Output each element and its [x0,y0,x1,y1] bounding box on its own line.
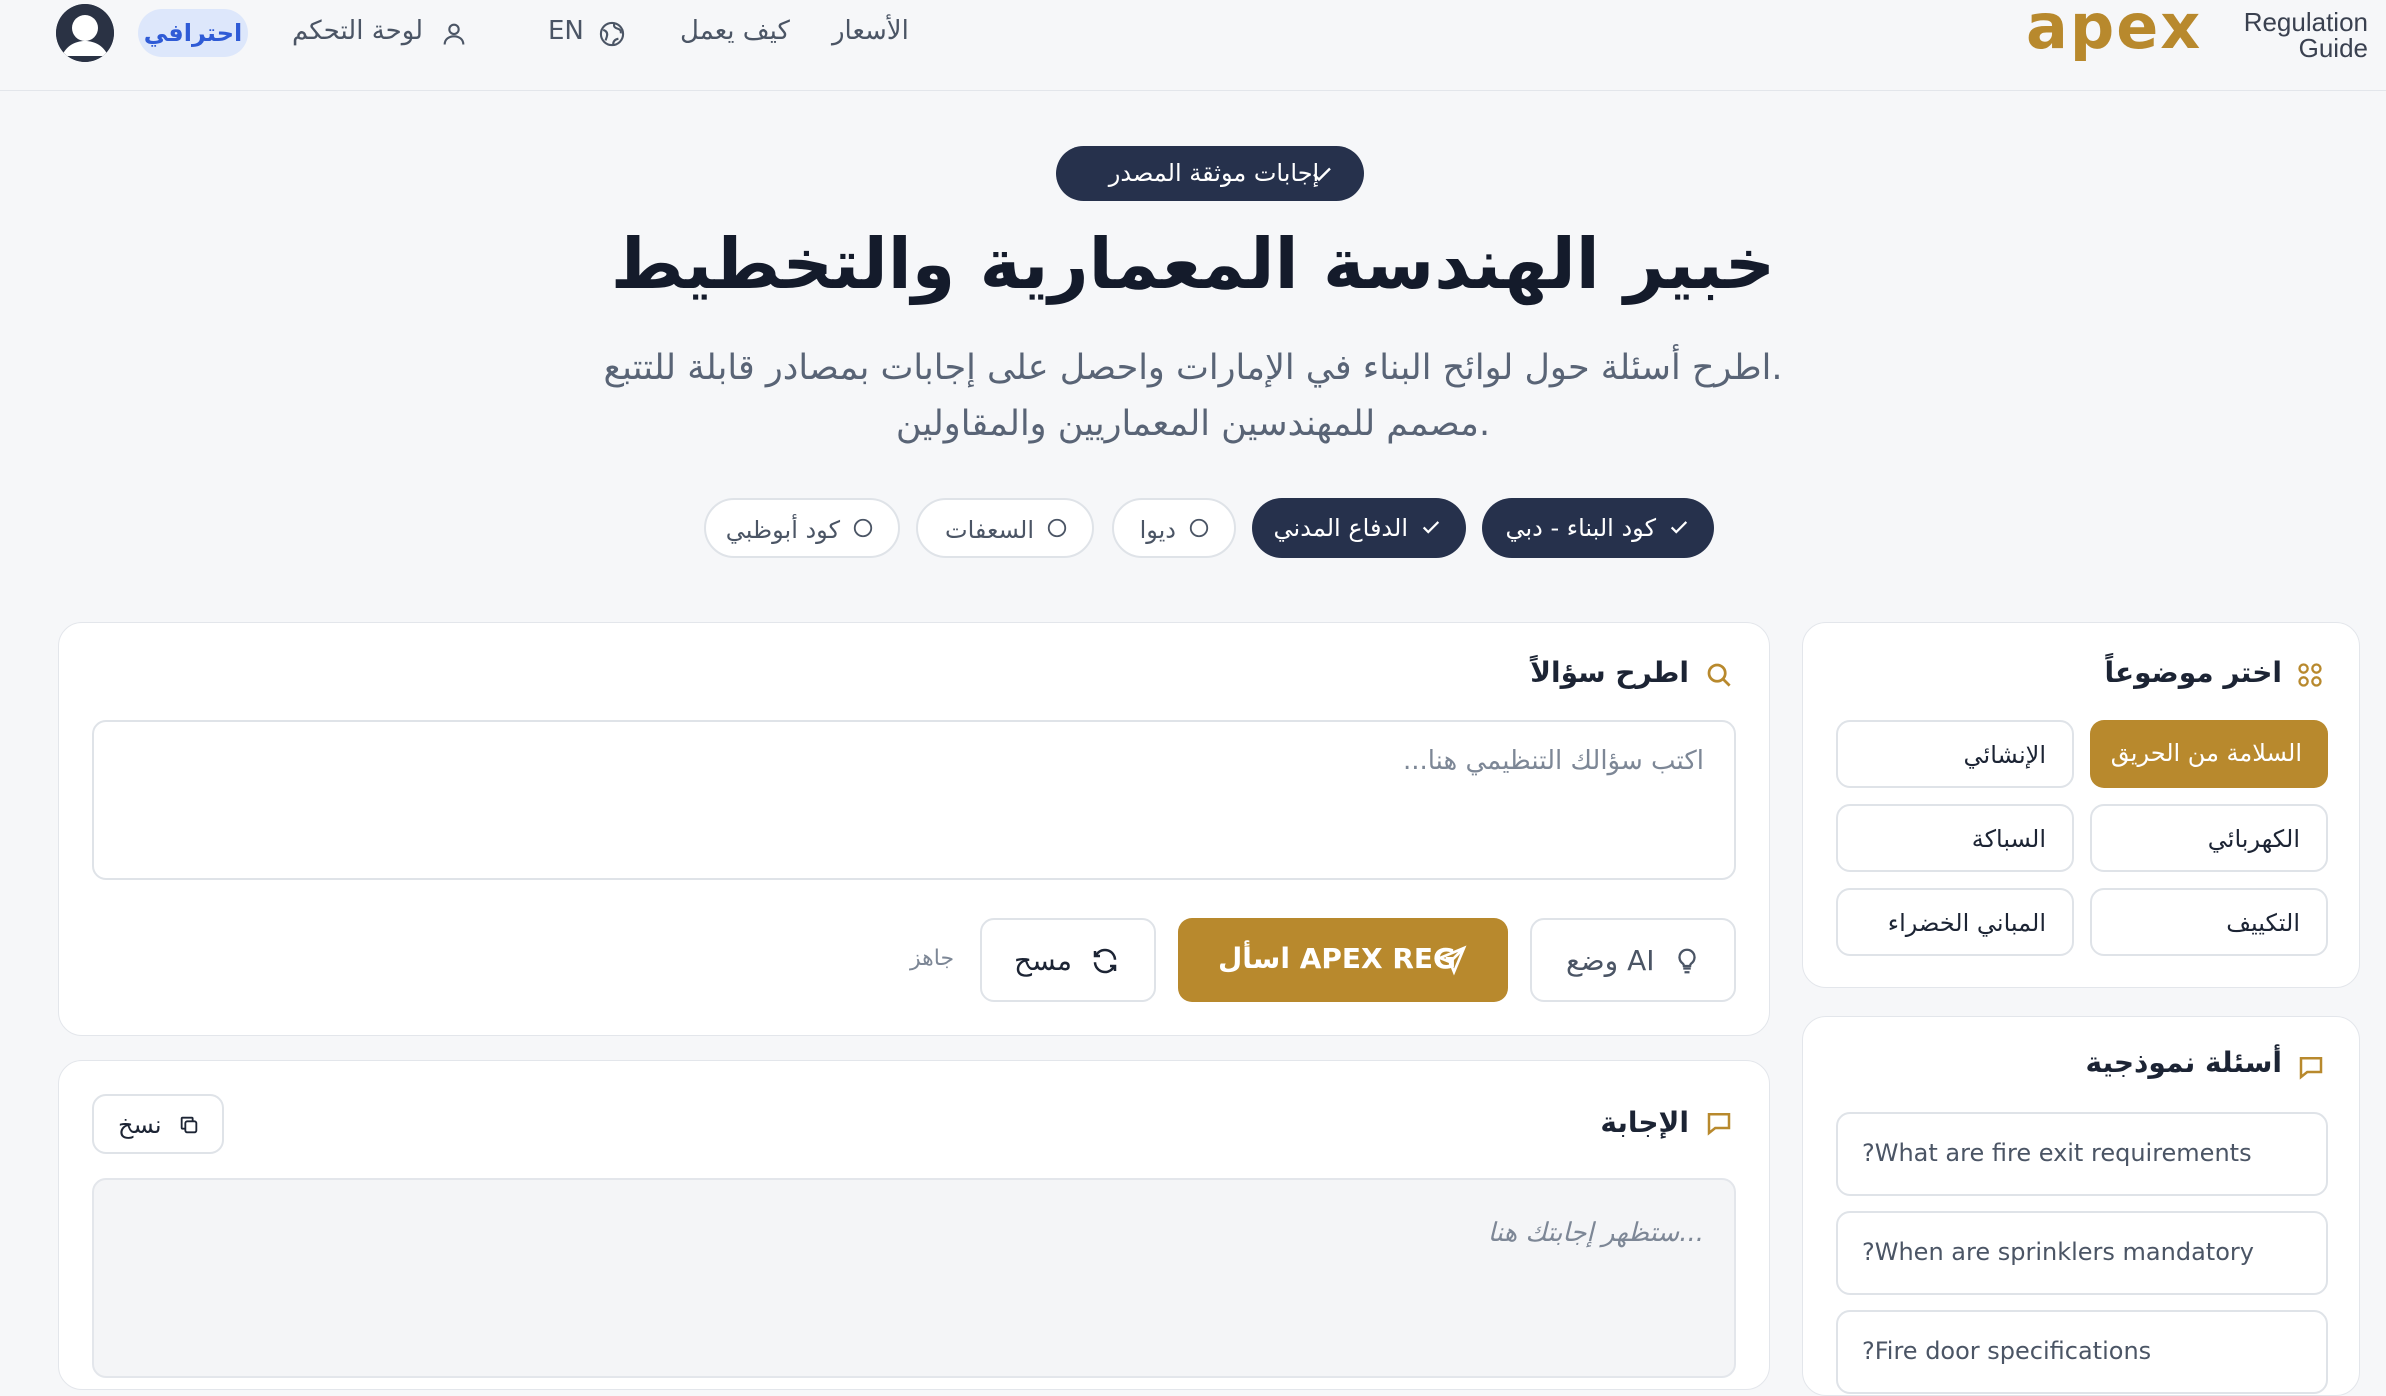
verified-badge-label: إجابات موثقة المصدر [1108,159,1320,187]
search-icon [1704,660,1734,690]
clear-button-label: مسح [1014,944,1073,977]
nav-how-it-works-link[interactable]: كيف يعمل [680,16,790,46]
logo-subtitle-line-2: Guide [2298,33,2368,63]
send-icon [1436,944,1468,976]
sample-questions-heading: أسئلة نموذجية [2085,1046,2282,1079]
logo-wordmark: apex [2026,0,2203,63]
source-chip-label: كود البناء - دبي [1505,514,1657,542]
verified-sources-badge: إجابات موثقة المصدر [1056,146,1364,201]
source-chip-dubai-building-code[interactable]: كود البناء - دبي [1482,498,1714,558]
copy-button[interactable]: نسخ [92,1094,224,1154]
copy-icon [178,1114,200,1136]
topic-plumbing[interactable]: السباكة [1836,804,2074,872]
circle-icon [852,517,874,539]
source-chip-alsaafat[interactable]: السعفات [916,498,1094,558]
circle-icon [1188,517,1210,539]
topic-label: المباني الخضراء [1887,909,2046,937]
copy-button-label: نسخ [118,1111,162,1139]
clear-button[interactable]: مسح [980,918,1156,1002]
topic-label: الإنشائي [1963,741,2046,769]
source-chip-label: كود أبوظبي [725,516,840,544]
source-chip-label: الدفاع المدني [1273,514,1408,542]
topic-label: التكييف [2226,909,2300,937]
logo-subtitle: Regulation Guide [2208,9,2368,61]
source-chip-label: ديوا [1139,516,1176,544]
circle-icon [1046,517,1068,539]
chat-icon [2296,1052,2326,1082]
answer-heading: الإجابة [1600,1106,1689,1139]
language-label: EN [548,16,584,46]
user-avatar-icon[interactable] [56,4,114,62]
grid-icon [2296,661,2324,689]
topic-label: الكهربائي [2207,825,2300,853]
user-icon [440,20,468,48]
sample-question-item[interactable]: ?When are sprinklers mandatory [1836,1211,2328,1295]
logo-subtitle-line-1: Regulation [2243,7,2368,37]
topic-green-buildings[interactable]: المباني الخضراء [1836,888,2074,956]
ask-button-label: اسأل APEX REG [1218,942,1457,975]
language-switch[interactable]: EN [548,16,628,52]
check-icon [1420,516,1442,538]
sample-question-text: ?When are sprinklers mandatory [1862,1238,2254,1266]
source-chip-civil-defence[interactable]: الدفاع المدني [1252,498,1466,558]
answer-placeholder: ستظهر إجابتك هنا... [1487,1218,1704,1248]
ai-mode-button[interactable]: وضع AI [1530,918,1736,1002]
topic-fire-safety[interactable]: السلامة من الحريق [2090,720,2328,788]
dashboard-label: لوحة التحكم [292,16,424,46]
check-icon [1310,162,1334,186]
ai-mode-label: وضع AI [1566,944,1655,977]
topic-label: السباكة [1971,825,2046,853]
sample-question-item[interactable]: ?Fire door specifications [1836,1310,2328,1394]
chat-icon [1704,1108,1734,1138]
page-subtitle: اطرح أسئلة حول لوائح البناء في الإمارات … [560,340,1826,452]
refresh-icon [1090,946,1120,976]
source-chip-abu-dhabi-code[interactable]: كود أبوظبي [704,498,900,558]
check-icon [1668,516,1690,538]
ask-apex-reg-button[interactable]: اسأل APEX REG [1178,918,1508,1002]
subtitle-line-1: اطرح أسئلة حول لوائح البناء في الإمارات … [603,348,1783,388]
page-title: خبير الهندسة المعمارية والتخطيط [610,223,1776,305]
topic-structural[interactable]: الإنشائي [1836,720,2074,788]
topic-electrical[interactable]: الكهربائي [2090,804,2328,872]
topic-label: السلامة من الحريق [2110,739,2302,767]
topic-hvac[interactable]: التكييف [2090,888,2328,956]
plan-badge: احترافي [138,9,248,57]
source-chip-dewa[interactable]: ديوا [1112,498,1236,558]
subtitle-line-2: مصمم للمهندسين المعماريين والمقاولين. [895,404,1491,444]
source-chip-label: السعفات [944,516,1034,544]
topics-heading: اختر موضوعاً [2104,656,2282,689]
sample-question-text: ?What are fire exit requirements [1862,1139,2252,1167]
brand-logo[interactable]: apex Regulation Guide [2026,0,2368,70]
ask-question-heading: اطرح سؤالاً [1530,656,1689,689]
nav-pricing-link[interactable]: الأسعار [832,16,909,46]
bulb-icon [1672,946,1702,976]
globe-icon [598,20,626,48]
question-input[interactable] [92,720,1736,880]
nav-dashboard-link[interactable]: لوحة التحكم [292,16,472,52]
sample-question-text: ?Fire door specifications [1862,1337,2152,1365]
answer-output: ستظهر إجابتك هنا... [92,1178,1736,1378]
sample-question-item[interactable]: ?What are fire exit requirements [1836,1112,2328,1196]
status-text: جاهز [910,946,955,971]
